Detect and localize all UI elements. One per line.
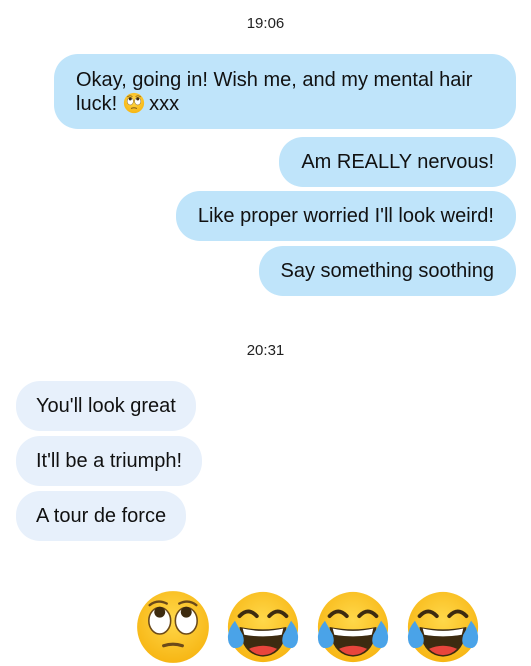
outgoing-message[interactable]: Okay, going in! Wish me, and my mental h… (54, 54, 516, 129)
face-with-rolling-eyes-icon (123, 92, 145, 114)
message-text: Am REALLY nervous! (301, 151, 494, 173)
message-text: A tour de force (36, 505, 167, 527)
face-with-tears-of-joy-icon (314, 588, 392, 666)
timestamp: 19:06 (246, 15, 285, 32)
incoming-message[interactable]: A tour de force (16, 491, 187, 541)
message-text: You'll look great (36, 395, 176, 417)
timestamp: 20:31 (246, 342, 285, 359)
face-with-tears-of-joy-icon (224, 588, 302, 666)
message-text: Like proper worried I'll look weird! (197, 205, 494, 227)
message-text-xxx: xxx (149, 93, 180, 115)
face-with-rolling-eyes-icon (134, 588, 212, 666)
emoji-message[interactable] (134, 588, 494, 666)
outgoing-message[interactable]: Am REALLY nervous! (279, 137, 516, 187)
message-text: It'll be a triumph! (36, 450, 183, 472)
outgoing-message[interactable]: Say something soothing (258, 246, 516, 296)
outgoing-message[interactable]: Like proper worried I'll look weird! (175, 191, 516, 241)
message-text-line2: luck! (76, 93, 118, 115)
incoming-message[interactable]: It'll be a triumph! (16, 436, 203, 486)
message-text-line1: Okay, going in! Wish me, and my mental h… (76, 69, 473, 91)
face-with-tears-of-joy-icon (404, 588, 482, 666)
message-text: Say something soothing (280, 260, 494, 282)
incoming-message[interactable]: You'll look great (16, 381, 196, 431)
